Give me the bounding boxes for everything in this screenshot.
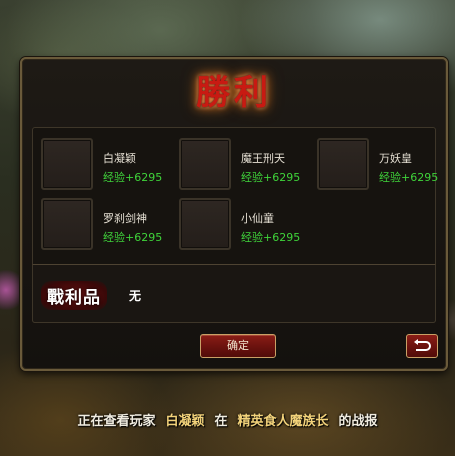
member-name: 魔王刑天 — [241, 152, 285, 165]
member-name: 小仙童 — [241, 212, 274, 225]
caption-middle: 在 — [214, 414, 228, 429]
return-arrow-icon — [414, 339, 431, 351]
member-portrait-slot[interactable] — [179, 138, 231, 190]
member-exp-gain: 经验+6295 — [241, 171, 301, 184]
member-name: 白凝颖 — [103, 152, 136, 165]
member-exp-gain: 经验+6295 — [379, 171, 439, 184]
member-portrait-slot[interactable] — [41, 138, 93, 190]
member-portrait-slot[interactable] — [179, 198, 231, 250]
caption-boss-name[interactable]: 精英食人魔族长 — [238, 414, 329, 429]
caption-prefix: 正在查看玩家 — [77, 414, 156, 429]
return-button[interactable] — [406, 334, 438, 358]
spoils-panel: 戰利品 无 — [32, 264, 436, 323]
member-card: 白凝颖 经验+6295 — [41, 138, 171, 192]
member-exp-gain: 经验+6295 — [241, 231, 301, 244]
member-portrait-slot[interactable] — [41, 198, 93, 250]
spoils-value: 无 — [129, 289, 142, 303]
member-portrait-slot[interactable] — [317, 138, 369, 190]
member-name: 罗刹剑神 — [103, 212, 147, 225]
battle-result-dialog: 勝利 白凝颖 经验+6295 魔王刑天 经验+6295 万妖皇 经验+6295 … — [20, 57, 448, 371]
member-name: 万妖皇 — [379, 152, 412, 165]
member-card: 魔王刑天 经验+6295 — [179, 138, 309, 192]
member-card: 万妖皇 经验+6295 — [317, 138, 447, 192]
battle-scene-background: 勝利 白凝颖 经验+6295 魔王刑天 经验+6295 万妖皇 经验+6295 … — [0, 0, 455, 456]
member-exp-gain: 经验+6295 — [103, 171, 163, 184]
member-card: 小仙童 经验+6295 — [179, 198, 309, 252]
background-character-fragment — [0, 270, 22, 310]
confirm-button[interactable]: 确定 — [200, 334, 276, 358]
victory-title: 勝利 — [196, 73, 272, 113]
member-card: 罗刹剑神 经验+6295 — [41, 198, 171, 252]
caption-suffix: 的战报 — [338, 414, 378, 429]
member-exp-gain: 经验+6295 — [103, 231, 163, 244]
spoils-label: 戰利品 — [41, 281, 107, 310]
caption-player-name[interactable]: 白凝颖 — [165, 414, 204, 429]
battle-report-caption: 正在查看玩家 白凝颖在精英食人魔族长 的战报 — [0, 410, 455, 429]
